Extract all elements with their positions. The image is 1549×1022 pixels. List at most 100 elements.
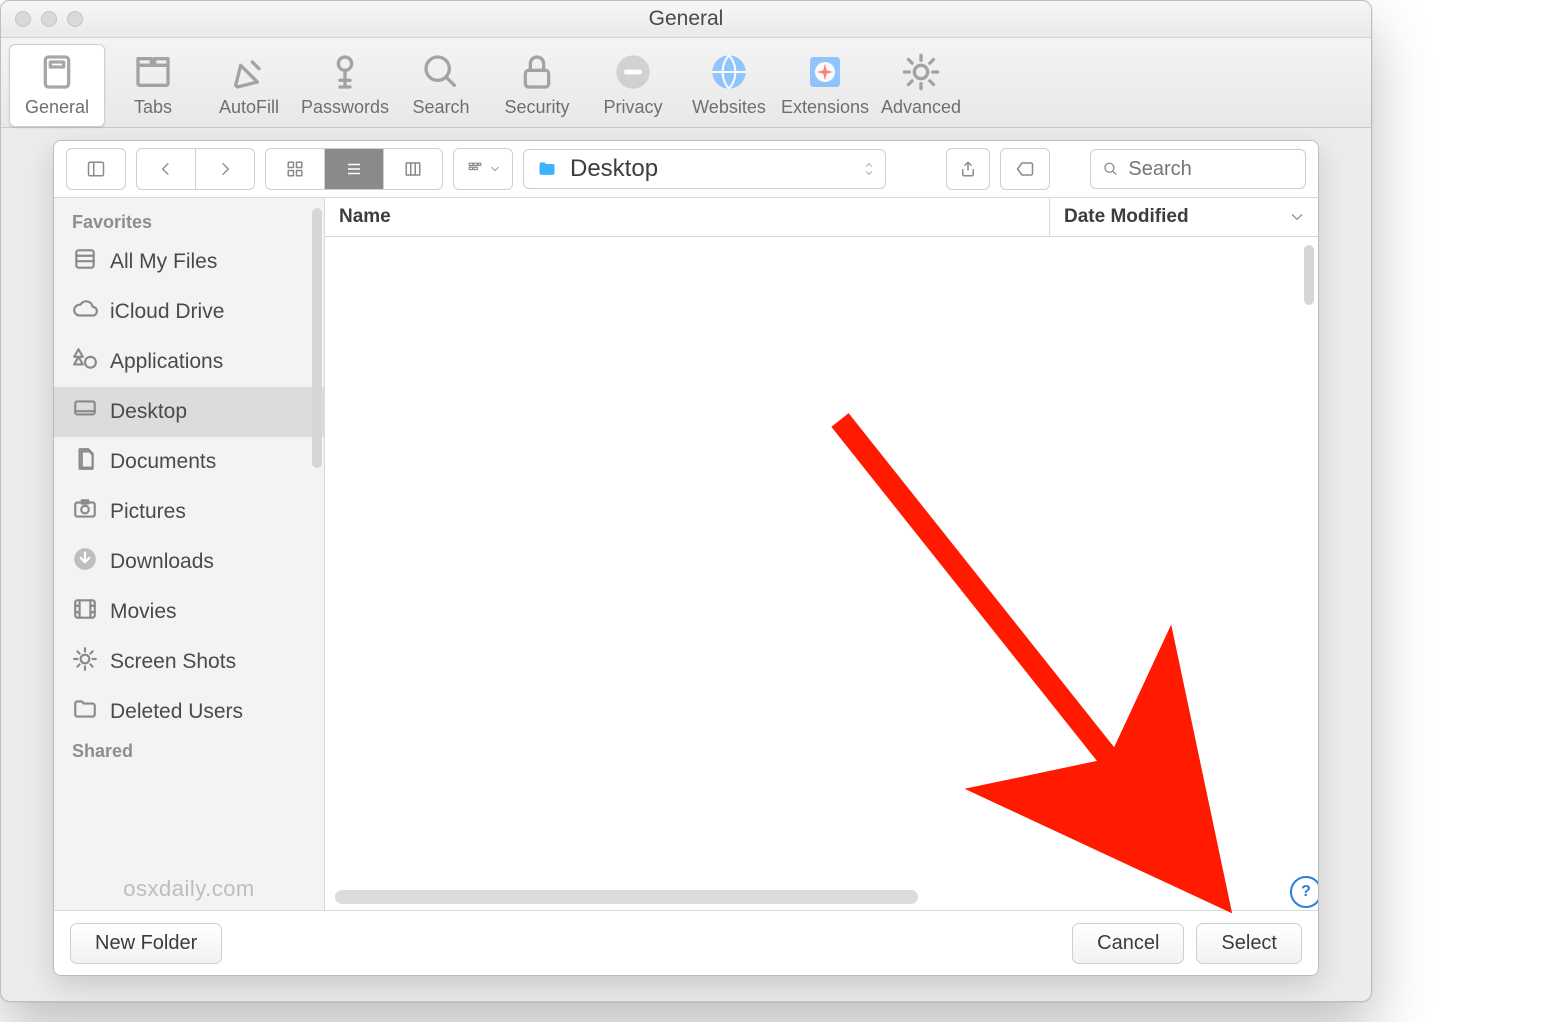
search-icon <box>394 49 488 95</box>
location-popup[interactable]: Desktop <box>523 149 886 189</box>
pref-tab-autofill[interactable]: AutoFill <box>201 44 297 127</box>
back-button[interactable] <box>137 149 196 189</box>
pref-tab-search[interactable]: Search <box>393 44 489 127</box>
pref-tab-tabs[interactable]: Tabs <box>105 44 201 127</box>
tags-button[interactable] <box>1000 148 1050 190</box>
downloads-icon <box>72 546 98 578</box>
sidebar-item-downloads[interactable]: Downloads <box>54 537 324 587</box>
sidebar-item-movies[interactable]: Movies <box>54 587 324 637</box>
all-my-files-icon <box>72 246 98 278</box>
applications-icon <box>72 346 98 378</box>
chevron-down-icon <box>1290 210 1304 224</box>
sidebar-item-label: Movies <box>110 600 177 624</box>
preferences-window: General GeneralTabsAutoFillPasswordsSear… <box>0 0 1372 1002</box>
sidebar: Favorites All My Files iCloud Drive Applica… <box>54 198 325 910</box>
select-button[interactable]: Select <box>1196 923 1302 964</box>
help-button[interactable]: ? <box>1290 876 1318 908</box>
sidebar-item-all-my-files[interactable]: All My Files <box>54 237 324 287</box>
pref-tab-label: General <box>10 97 104 118</box>
sidebar-toggle-group <box>66 148 126 190</box>
nav-group <box>136 148 255 190</box>
sidebar-item-label: Applications <box>110 350 223 374</box>
preferences-toolbar: GeneralTabsAutoFillPasswordsSearchSecuri… <box>1 38 1371 128</box>
sidebar-item-deleted-users[interactable]: Deleted Users <box>54 687 324 737</box>
websites-icon <box>682 49 776 95</box>
open-panel-toolbar: Desktop <box>54 141 1318 198</box>
column-view-button[interactable] <box>384 149 442 189</box>
new-folder-button[interactable]: New Folder <box>70 923 222 964</box>
pref-tab-advanced[interactable]: Advanced <box>873 44 969 127</box>
sidebar-group-header: Shared <box>54 737 324 766</box>
icon-view-button[interactable] <box>266 149 325 189</box>
window-controls <box>15 11 83 27</box>
location-label: Desktop <box>570 155 658 183</box>
pref-tab-security[interactable]: Security <box>489 44 585 127</box>
sidebar-item-label: iCloud Drive <box>110 300 224 324</box>
sidebar-item-desktop[interactable]: Desktop <box>54 387 324 437</box>
pref-tab-label: Security <box>490 97 584 118</box>
horizontal-scrollbar[interactable] <box>335 890 918 904</box>
passwords-icon <box>298 49 392 95</box>
minimize-window-button[interactable] <box>41 11 57 27</box>
vertical-scrollbar[interactable] <box>1304 245 1314 305</box>
advanced-icon <box>874 49 968 95</box>
titlebar: General <box>1 1 1371 38</box>
window-title: General <box>649 7 724 31</box>
pref-tab-label: Advanced <box>874 97 968 118</box>
pref-tab-passwords[interactable]: Passwords <box>297 44 393 127</box>
open-panel-footer: New Folder Cancel Select <box>54 910 1318 975</box>
pref-tab-label: Websites <box>682 97 776 118</box>
folder-icon <box>72 696 98 728</box>
group-by-group <box>453 148 513 190</box>
sidebar-item-pictures[interactable]: Pictures <box>54 487 324 537</box>
tabs-icon <box>106 49 200 95</box>
search-icon <box>1103 160 1118 178</box>
pref-tab-label: Extensions <box>778 97 872 118</box>
sheet-backdrop: Desktop <box>1 128 1371 992</box>
documents-icon <box>72 446 98 478</box>
location-popup-chevrons <box>863 161 875 177</box>
file-grid[interactable]: ? <box>325 237 1318 910</box>
chevron-down-icon <box>490 164 500 174</box>
search-field[interactable] <box>1090 149 1306 189</box>
toggle-sidebar-button[interactable] <box>67 149 125 189</box>
share-button[interactable] <box>946 148 990 190</box>
sidebar-item-icloud[interactable]: iCloud Drive <box>54 287 324 337</box>
pref-tab-websites[interactable]: Websites <box>681 44 777 127</box>
sidebar-item-label: Screen Shots <box>110 650 236 674</box>
search-input[interactable] <box>1126 157 1293 182</box>
sidebar-item-label: Pictures <box>110 500 186 524</box>
column-date-modified-header[interactable]: Date Modified <box>1049 198 1318 236</box>
share-icon <box>959 159 977 179</box>
pref-tab-privacy[interactable]: Privacy <box>585 44 681 127</box>
folder-icon <box>534 159 560 179</box>
pref-tab-general[interactable]: General <box>9 44 105 127</box>
cancel-button[interactable]: Cancel <box>1072 923 1184 964</box>
general-icon <box>10 49 104 95</box>
forward-button[interactable] <box>196 149 254 189</box>
open-panel: Desktop <box>53 140 1319 976</box>
sidebar-item-label: All My Files <box>110 250 217 274</box>
group-by-button[interactable] <box>454 149 512 189</box>
sidebar-item-label: Deleted Users <box>110 700 243 724</box>
column-name-header[interactable]: Name <box>325 206 1049 228</box>
pref-tab-extensions[interactable]: Extensions <box>777 44 873 127</box>
movies-icon <box>72 596 98 628</box>
view-mode-group <box>265 148 443 190</box>
security-icon <box>490 49 584 95</box>
sidebar-item-screenshots[interactable]: Screen Shots <box>54 637 324 687</box>
list-view-button[interactable] <box>325 149 384 189</box>
pref-tab-label: Search <box>394 97 488 118</box>
close-window-button[interactable] <box>15 11 31 27</box>
sidebar-scrollbar[interactable] <box>312 208 322 468</box>
sidebar-item-applications[interactable]: Applications <box>54 337 324 387</box>
zoom-window-button[interactable] <box>67 11 83 27</box>
privacy-icon <box>586 49 680 95</box>
tag-back-icon <box>1013 160 1037 178</box>
pref-tab-label: Passwords <box>298 97 392 118</box>
sidebar-item-documents[interactable]: Documents <box>54 437 324 487</box>
autofill-icon <box>202 49 296 95</box>
sidebar-group-header: Favorites <box>54 208 324 237</box>
pref-tab-label: Privacy <box>586 97 680 118</box>
pref-tab-label: AutoFill <box>202 97 296 118</box>
